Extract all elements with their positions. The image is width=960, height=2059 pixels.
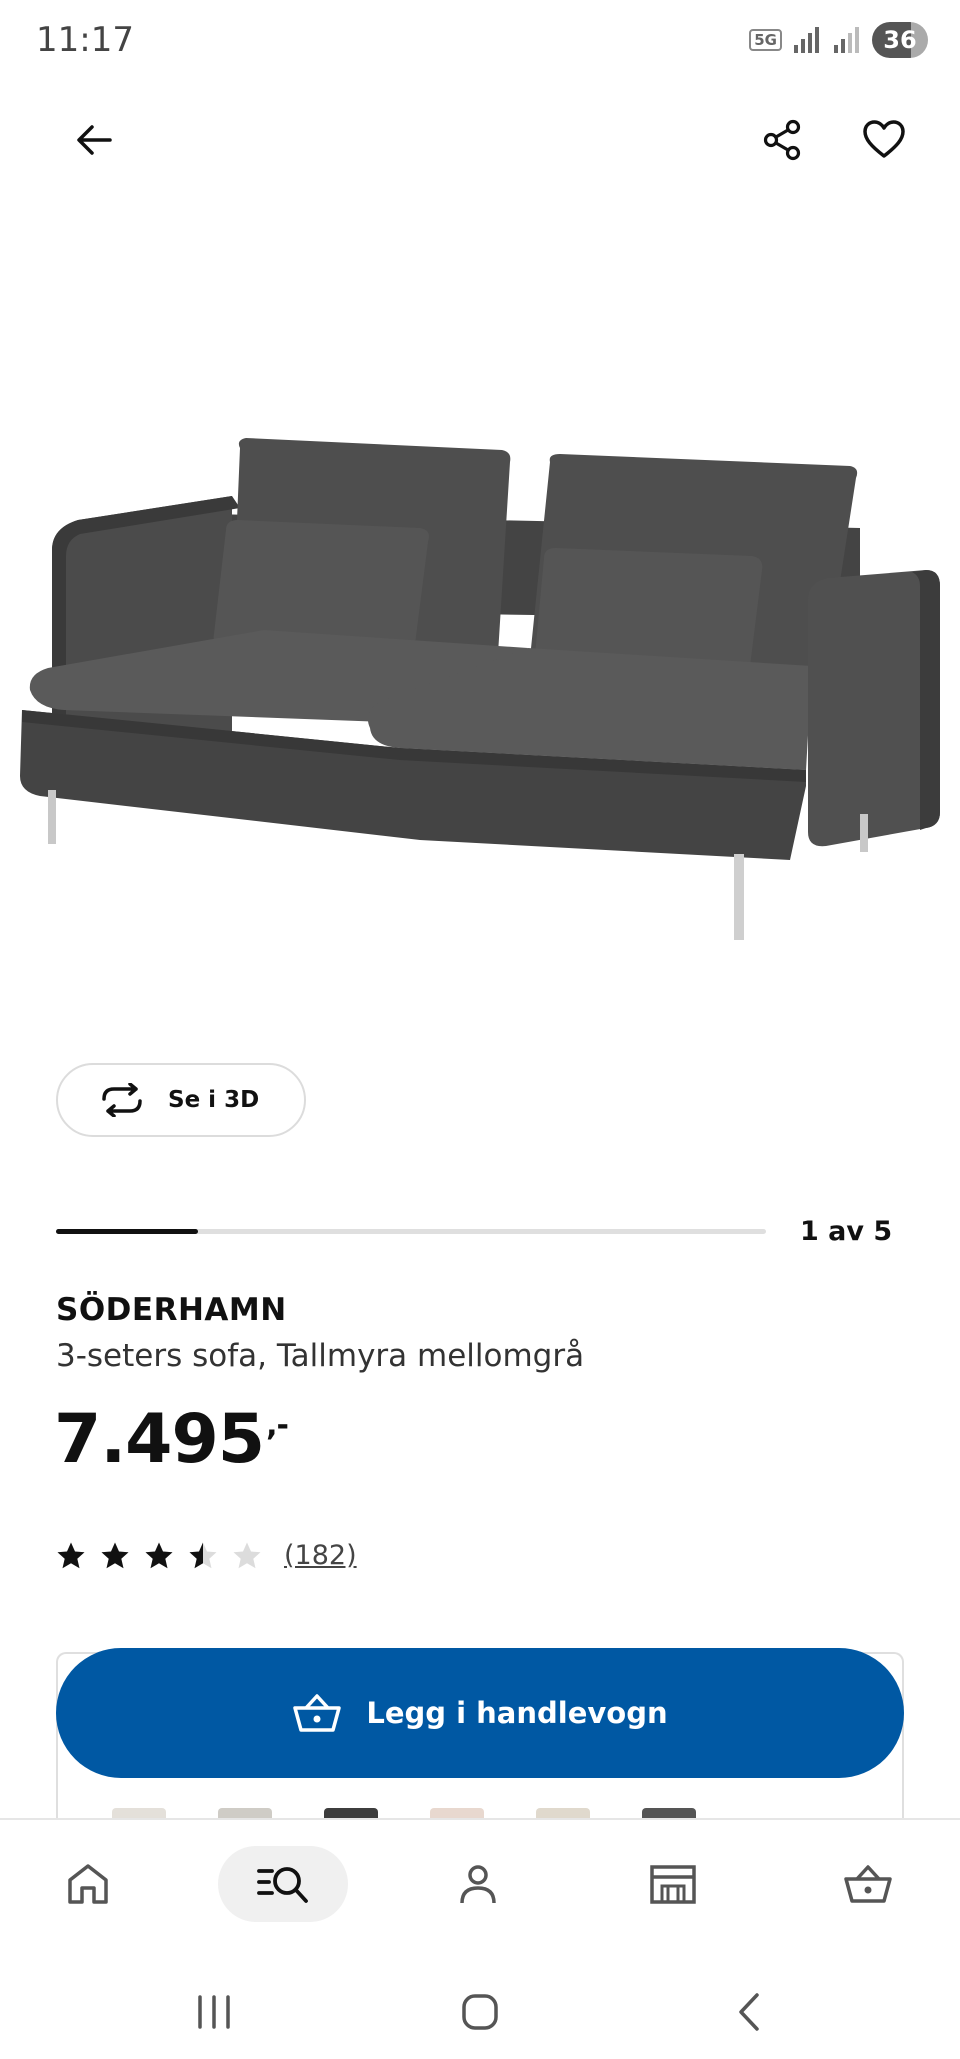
carousel-progress-fill bbox=[56, 1229, 198, 1234]
home-circle-icon bbox=[462, 1994, 498, 2030]
nav-store[interactable] bbox=[608, 1846, 738, 1922]
profile-icon bbox=[460, 1865, 496, 1904]
product-description: 3-seters sofa, Tallmyra mellomgrå bbox=[56, 1338, 585, 1374]
variant-swatch[interactable] bbox=[112, 1808, 166, 1818]
home-icon bbox=[68, 1864, 108, 1904]
chevron-left-icon bbox=[739, 1993, 759, 2031]
signal-icon bbox=[794, 27, 819, 53]
review-count-link[interactable]: (182) bbox=[284, 1540, 357, 1571]
product-rating[interactable]: (182) bbox=[56, 1540, 357, 1571]
top-app-bar bbox=[0, 100, 960, 184]
share-button[interactable] bbox=[746, 104, 818, 176]
product-image[interactable] bbox=[0, 410, 960, 970]
add-to-cart-button[interactable]: Legg i handlevogn bbox=[56, 1648, 904, 1778]
carousel-progress bbox=[56, 1229, 766, 1234]
store-icon bbox=[650, 1865, 696, 1904]
variant-swatch[interactable] bbox=[324, 1808, 378, 1818]
rotate-arrows-icon bbox=[102, 1083, 142, 1117]
view-3d-label: Se i 3D bbox=[168, 1087, 260, 1113]
battery-indicator: 36 bbox=[872, 22, 928, 58]
price-suffix: ,- bbox=[266, 1408, 289, 1443]
rating-stars bbox=[56, 1541, 262, 1571]
signal-icon-secondary bbox=[834, 27, 859, 53]
variant-swatch[interactable] bbox=[430, 1808, 484, 1818]
heart-icon bbox=[863, 120, 905, 158]
nav-basket[interactable] bbox=[803, 1846, 933, 1922]
bottom-navigation bbox=[0, 1818, 960, 1964]
basket-icon bbox=[293, 1694, 342, 1732]
status-icons: 5G 36 bbox=[749, 22, 928, 58]
status-time: 11:17 bbox=[36, 20, 134, 60]
carousel-counter: 1 av 5 bbox=[800, 1216, 893, 1247]
product-name: SÖDERHAMN bbox=[56, 1292, 287, 1328]
view-3d-button[interactable]: Se i 3D bbox=[56, 1063, 306, 1137]
network-type-badge: 5G bbox=[749, 29, 782, 51]
back-button[interactable] bbox=[58, 104, 130, 176]
price-value: 7.495 bbox=[54, 1400, 265, 1479]
recent-apps-button[interactable] bbox=[174, 1984, 254, 2040]
recent-apps-icon bbox=[198, 1995, 230, 2029]
back-system-button[interactable] bbox=[710, 1984, 790, 2040]
arrow-left-icon bbox=[77, 125, 112, 155]
product-price: 7.495 ,- bbox=[54, 1400, 289, 1479]
share-icon bbox=[763, 119, 801, 161]
star-full-icon bbox=[57, 1542, 85, 1568]
add-to-cart-label: Legg i handlevogn bbox=[366, 1696, 668, 1730]
basket-icon bbox=[844, 1865, 892, 1903]
favourite-button[interactable] bbox=[848, 104, 920, 176]
star-half-icon bbox=[189, 1542, 217, 1568]
nav-search[interactable] bbox=[218, 1846, 348, 1922]
star-empty-icon bbox=[233, 1542, 261, 1568]
nav-home[interactable] bbox=[23, 1846, 153, 1922]
search-icon bbox=[257, 1867, 308, 1903]
status-bar: 11:17 5G 36 bbox=[0, 0, 960, 84]
variant-swatch[interactable] bbox=[536, 1808, 590, 1818]
system-navigation bbox=[0, 1964, 960, 2059]
variant-swatch[interactable] bbox=[218, 1808, 272, 1818]
nav-profile[interactable] bbox=[413, 1846, 543, 1922]
star-full-icon bbox=[145, 1542, 173, 1568]
home-system-button[interactable] bbox=[440, 1984, 520, 2040]
variant-swatch[interactable] bbox=[642, 1808, 696, 1818]
star-full-icon bbox=[101, 1542, 129, 1568]
